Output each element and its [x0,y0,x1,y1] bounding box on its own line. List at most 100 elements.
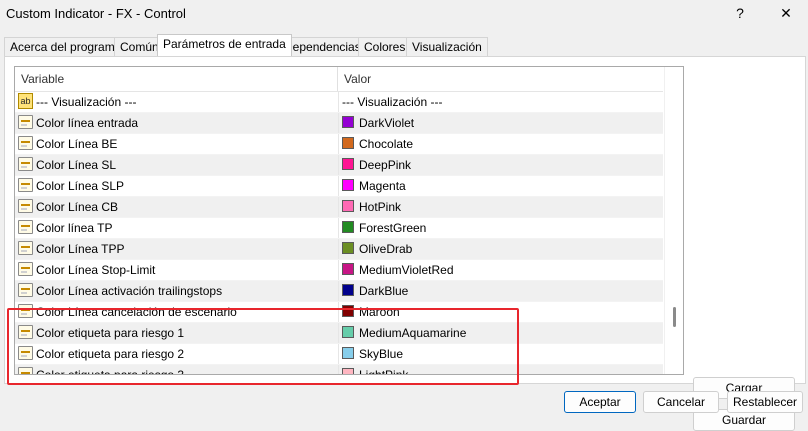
variable-cell[interactable]: Color Línea TPP [15,239,337,259]
variable-cell[interactable]: Color Línea cancelación de escenario [15,302,337,322]
title-bar: Custom Indicator - FX - Control ? ✕ [0,0,808,28]
parameter-icon [18,115,33,129]
value-text: Chocolate [359,137,414,151]
variable-name: Color Línea activación trailingstops [36,284,223,298]
value-text: LightPink [359,368,409,375]
table-row[interactable]: ab --- Visualización --- --- Visualización… [15,92,663,113]
table-row[interactable]: Color etiqueta para riesgo 3 LightPink [15,365,664,375]
color-swatch [342,263,354,275]
color-swatch [342,305,354,317]
tab-parametros-de-entrada[interactable]: Parámetros de entrada [157,34,292,56]
table-row[interactable]: Color Línea activación trailingstops Dark… [15,281,663,302]
value-cell[interactable]: DarkViolet [338,113,664,133]
value-cell[interactable]: MediumVioletRed [338,260,664,280]
table-row[interactable]: Color Línea BE Chocolate [15,134,663,155]
variable-name: Color Línea SL [36,158,117,172]
variable-cell[interactable]: Color etiqueta para riesgo 3 [15,365,337,374]
color-swatch [342,158,354,170]
tab-panel: Variable Valor ab --- Visualización --- --… [4,56,806,431]
table-row[interactable]: Color Línea CB HotPink [15,197,663,218]
variable-cell[interactable]: Color Línea Stop-Limit [15,260,337,280]
variable-cell[interactable]: ab --- Visualización --- [15,92,337,112]
scrollbar-thumb[interactable] [673,307,676,327]
table-row[interactable]: Color etiqueta para riesgo 2 SkyBlue [15,344,663,365]
table-row[interactable]: Color línea TP ForestGreen [15,218,663,239]
table-row[interactable]: Color Línea Stop-Limit MediumVioletRed [15,260,663,281]
parameters-list: Variable Valor ab --- Visualización --- --… [14,66,684,375]
value-text: --- Visualización --- [342,95,443,109]
tab-acerca-del-programa[interactable]: Acerca del programa [4,37,128,56]
color-swatch [342,200,354,212]
parameter-icon [18,262,33,276]
color-swatch [342,116,354,128]
variable-name: Color Línea CB [36,200,119,214]
column-header-value[interactable]: Valor [338,67,371,91]
variable-cell[interactable]: Color Línea SLP [15,176,337,196]
variable-cell[interactable]: Color Línea CB [15,197,337,217]
table-row[interactable]: Color Línea TPP OliveDrab [15,239,663,260]
variable-cell[interactable]: Color Línea activación trailingstops [15,281,337,301]
vertical-scrollbar[interactable] [664,67,683,374]
close-button[interactable]: ✕ [768,2,804,24]
parameter-icon [18,136,33,150]
value-cell[interactable]: Magenta [338,176,664,196]
value-text: MediumAquamarine [359,326,467,340]
table-row[interactable]: Color etiqueta para riesgo 1 MediumAquama… [15,323,663,344]
variable-name: Color Línea BE [36,137,118,151]
reset-button[interactable]: Restablecer [727,391,803,413]
parameter-icon [18,241,33,255]
variable-cell[interactable]: Color Línea SL [15,155,337,175]
value-cell[interactable]: DeepPink [338,155,664,175]
parameter-icon [18,367,33,374]
value-cell[interactable]: HotPink [338,197,664,217]
variable-cell[interactable]: Color línea TP [15,218,337,238]
variable-name: Color Línea Stop-Limit [36,263,156,277]
parameter-icon [18,325,33,339]
value-cell[interactable]: Maroon [338,302,664,322]
value-cell[interactable]: MediumAquamarine [338,323,664,343]
value-text: MediumVioletRed [359,263,454,277]
variable-name: Color etiqueta para riesgo 1 [36,326,185,340]
cancel-button[interactable]: Cancelar [643,391,719,413]
value-cell[interactable]: OliveDrab [338,239,664,259]
table-row[interactable]: Color Línea cancelación de escenario Maro… [15,302,663,323]
ok-button[interactable]: Aceptar [564,391,636,413]
tab-visualizacion[interactable]: Visualización [406,37,488,56]
variable-cell[interactable]: Color línea entrada [15,113,337,133]
parameter-icon [18,346,33,360]
list-header: Variable Valor [15,67,663,92]
value-text: Magenta [359,179,406,193]
column-header-variable[interactable]: Variable [15,67,64,91]
value-text: DarkViolet [359,116,415,130]
table-row[interactable]: Color línea entrada DarkViolet [15,113,663,134]
variable-name: Color etiqueta para riesgo 2 [36,347,185,361]
variable-name: Color Línea SLP [36,179,125,193]
value-cell[interactable]: ForestGreen [338,218,664,238]
color-swatch [342,221,354,233]
color-swatch [342,368,354,374]
value-cell[interactable]: --- Visualización --- [338,92,664,112]
parameter-icon [18,283,33,297]
tab-colores[interactable]: Colores [358,37,412,56]
parameter-icon [18,199,33,213]
value-cell[interactable]: Chocolate [338,134,664,154]
value-text: SkyBlue [359,347,404,361]
table-row[interactable]: Color Línea SLP Magenta [15,176,663,197]
value-text: Maroon [359,305,400,319]
color-swatch [342,326,354,338]
list-rows: ab --- Visualización --- --- Visualización… [15,92,664,375]
value-cell[interactable]: SkyBlue [338,344,664,364]
value-text: DarkBlue [359,284,409,298]
value-cell[interactable]: DarkBlue [338,281,664,301]
help-button[interactable]: ? [722,2,758,24]
variable-name: Color línea entrada [36,116,139,130]
value-cell[interactable]: LightPink [338,365,664,375]
value-text: OliveDrab [359,242,413,256]
variable-cell[interactable]: Color etiqueta para riesgo 1 [15,323,337,343]
parameter-icon [18,220,33,234]
value-text: DeepPink [359,158,412,172]
variable-name: Color Línea cancelación de escenario [36,305,237,319]
variable-cell[interactable]: Color etiqueta para riesgo 2 [15,344,337,364]
table-row[interactable]: Color Línea SL DeepPink [15,155,663,176]
variable-cell[interactable]: Color Línea BE [15,134,337,154]
